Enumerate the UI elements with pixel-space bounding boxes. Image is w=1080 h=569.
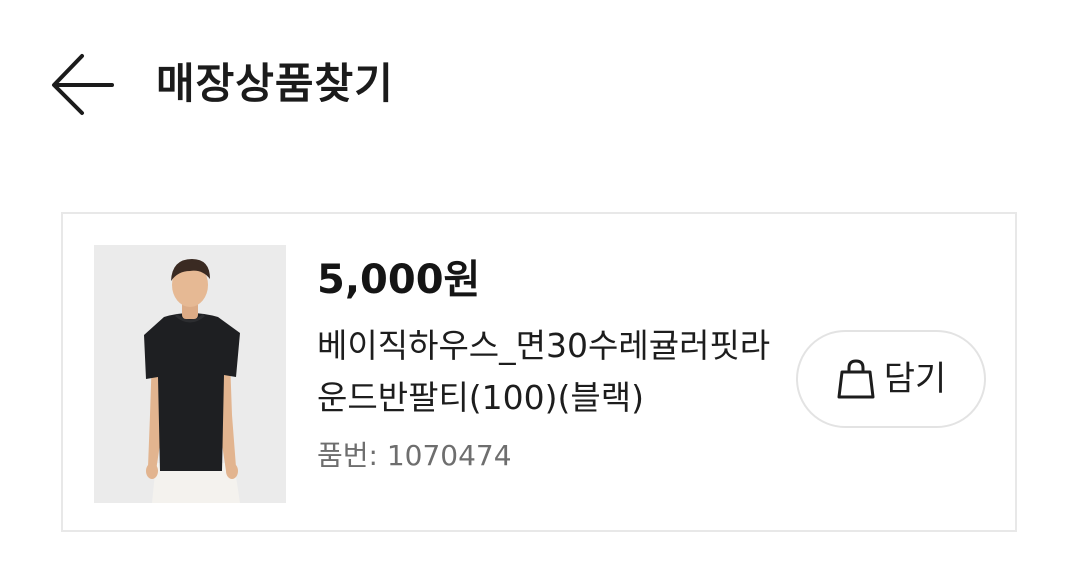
back-button[interactable] — [48, 50, 120, 122]
item-code: 품번: 1070474 — [317, 439, 512, 472]
product-info: 5,000원 베이직하우스_면30수레귤러핏라운드반팔티(100)(블랙) 품번… — [317, 254, 777, 474]
add-to-bag-button[interactable]: 담기 — [796, 330, 986, 428]
header: 매장상품찾기 — [0, 0, 1080, 170]
page-title: 매장상품찾기 — [156, 59, 394, 108]
product-photo[interactable] — [94, 245, 286, 503]
product-name[interactable]: 베이직하우스_면30수레귤러핏라운드반팔티(100)(블랙) — [317, 320, 777, 424]
product-card[interactable]: 5,000원 베이직하우스_면30수레귤러핏라운드반팔티(100)(블랙) 품번… — [61, 212, 1017, 532]
add-button-label: 담기 — [883, 359, 947, 399]
shopping-bag-icon — [836, 358, 876, 400]
product-price: 5,000원 — [317, 257, 481, 303]
arrow-left-icon — [48, 50, 120, 122]
